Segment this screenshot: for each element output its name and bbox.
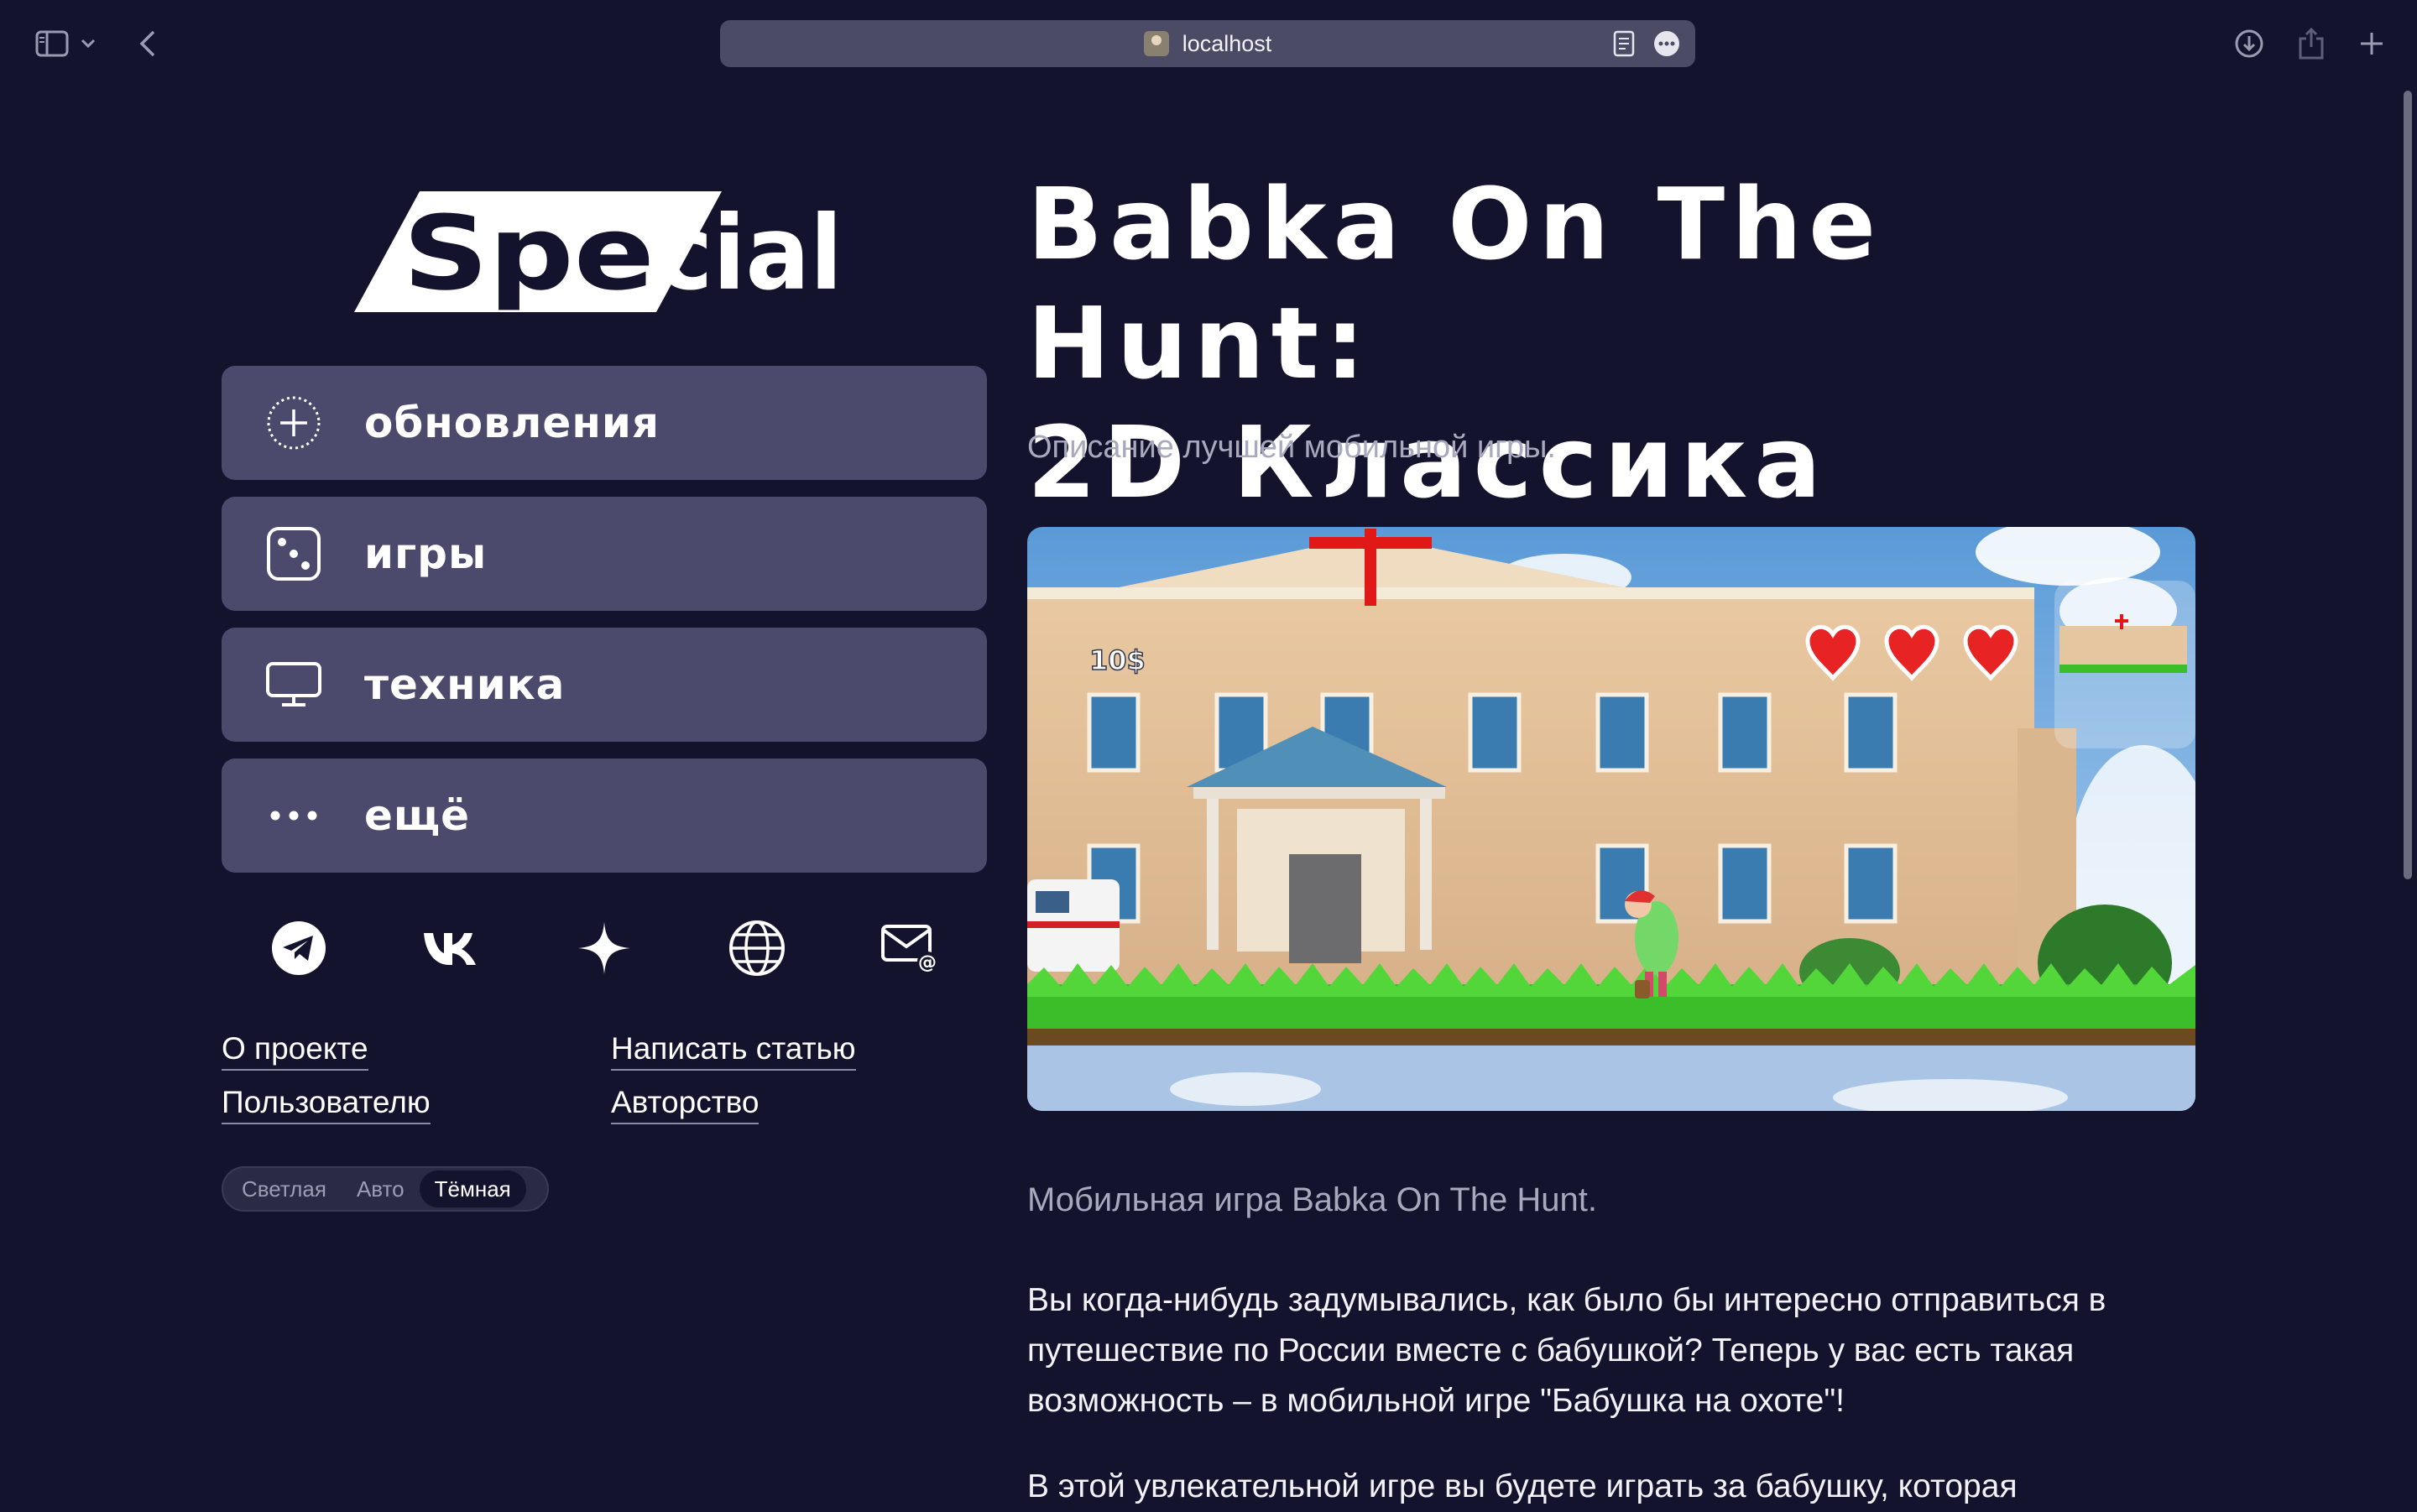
nav-label-games: игры bbox=[364, 529, 488, 578]
hud-minimap bbox=[2054, 581, 2195, 748]
article-paragraph-2: В этой увлекательной игре вы будете игра… bbox=[1027, 1468, 2018, 1504]
nav-label-tech: техника bbox=[364, 660, 566, 709]
article-title: Babka On The Hunt: 2D Классика bbox=[1027, 164, 2236, 522]
authorship-link[interactable]: Авторство bbox=[611, 1084, 760, 1124]
globe-icon[interactable] bbox=[723, 915, 791, 982]
theme-option-dark[interactable]: Тёмная bbox=[419, 1170, 526, 1207]
about-link[interactable]: О проекте bbox=[222, 1030, 368, 1071]
article-paragraph-1: Вы когда-нибудь задумывались, как было б… bbox=[1027, 1282, 2106, 1419]
back-icon[interactable] bbox=[128, 23, 168, 64]
article-title-line-1: Babka On The Hunt: bbox=[1027, 166, 1883, 401]
more-icon[interactable] bbox=[1653, 30, 1680, 60]
theme-option-auto[interactable]: Авто bbox=[342, 1170, 420, 1207]
nav-item-more[interactable]: ещё bbox=[222, 759, 987, 873]
nav-item-games[interactable]: игры bbox=[222, 497, 987, 611]
sparkle-icon[interactable] bbox=[571, 915, 638, 982]
vk-icon[interactable] bbox=[418, 915, 485, 982]
address-bar[interactable]: localhost bbox=[720, 20, 1695, 67]
svg-text:cial: cial bbox=[656, 194, 843, 313]
more-dots-icon bbox=[264, 785, 324, 846]
svg-text:@: @ bbox=[918, 952, 937, 973]
url-text: localhost bbox=[1182, 30, 1272, 56]
image-caption: Мобильная игра Babka On The Hunt. bbox=[1027, 1181, 1598, 1218]
chevron-down-icon[interactable] bbox=[76, 23, 101, 64]
nav-label-more: ещё bbox=[364, 791, 471, 840]
reader-icon[interactable] bbox=[1613, 30, 1635, 60]
page-scrollbar[interactable] bbox=[2404, 91, 2412, 879]
site-favicon bbox=[1143, 31, 1169, 56]
nav-label-updates: обновления bbox=[364, 399, 660, 447]
share-icon[interactable] bbox=[2291, 23, 2331, 64]
telegram-icon[interactable] bbox=[265, 915, 332, 982]
hud-lives bbox=[1805, 624, 2018, 681]
sidebar-icon[interactable] bbox=[32, 23, 72, 64]
theme-switcher: Светлая Авто Тёмная bbox=[222, 1166, 549, 1212]
monitor-icon bbox=[264, 654, 324, 715]
theme-option-light[interactable]: Светлая bbox=[227, 1170, 342, 1207]
mail-icon[interactable]: @ bbox=[876, 915, 943, 982]
game-screenshot: 10$ bbox=[1027, 527, 2195, 1111]
article-subtitle: Описание лучшей мобильной игры. bbox=[1027, 430, 1556, 465]
new-tab-icon[interactable] bbox=[2352, 23, 2392, 64]
svg-text:Spe: Spe bbox=[403, 194, 655, 313]
hud-money: 10$ bbox=[1089, 644, 1146, 676]
nav-item-tech[interactable]: техника bbox=[222, 628, 987, 742]
write-article-link[interactable]: Написать статью bbox=[611, 1030, 856, 1071]
social-links: @ bbox=[222, 915, 987, 982]
site-logo[interactable]: Spe cial bbox=[352, 190, 864, 317]
browser-toolbar: localhost bbox=[0, 0, 2417, 87]
plus-circle-icon bbox=[264, 393, 324, 453]
download-icon[interactable] bbox=[2229, 23, 2269, 64]
nav-item-updates[interactable]: обновления bbox=[222, 366, 987, 480]
dice-icon bbox=[264, 524, 324, 584]
user-info-link[interactable]: Пользователю bbox=[222, 1084, 431, 1124]
